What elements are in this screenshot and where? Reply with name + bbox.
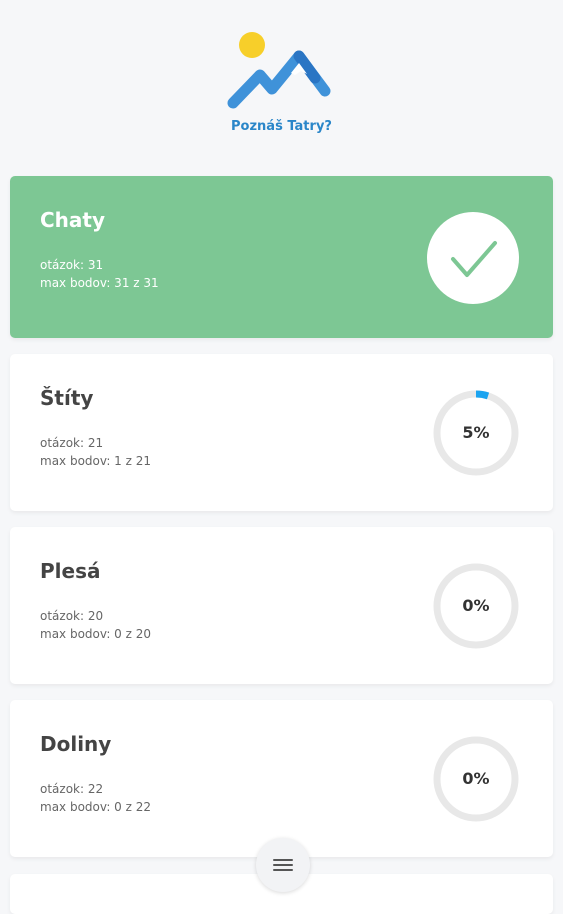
category-title: Chaty [40,208,106,232]
app-title: Poznáš Tatry? [231,119,332,134]
category-card-chaty[interactable]: Chaty otázok: 31 max bodov: 31 z 31 [10,176,553,338]
category-meta: otázok: 31 max bodov: 31 z 31 [40,256,159,292]
progress-percent: 0% [462,596,490,615]
hamburger-menu-icon [273,859,293,871]
app-header: Poznáš Tatry? [0,0,563,160]
category-card-doliny[interactable]: Doliny otázok: 22 max bodov: 0 z 22 0% [10,700,553,857]
progress-percent: 0% [462,769,490,788]
check-icon [451,241,497,277]
category-title: Plesá [40,559,101,583]
category-card-stity[interactable]: Štíty otázok: 21 max bodov: 1 z 21 5% [10,354,553,511]
question-count: otázok: 22 [40,782,104,796]
question-count: otázok: 20 [40,609,104,623]
category-card-plesa[interactable]: Plesá otázok: 20 max bodov: 0 z 20 0% [10,527,553,684]
category-meta: otázok: 20 max bodov: 0 z 20 [40,607,151,643]
category-meta: otázok: 21 max bodov: 1 z 21 [40,434,151,470]
progress-percent: 5% [462,423,490,442]
question-count: otázok: 21 [40,436,104,450]
category-title: Štíty [40,386,94,410]
category-list: Chaty otázok: 31 max bodov: 31 z 31 Štít… [10,176,553,873]
points-summary: max bodov: 0 z 22 [40,800,152,814]
points-summary: max bodov: 31 z 31 [40,276,159,290]
question-count: otázok: 31 [40,258,104,272]
completed-badge [427,212,519,304]
points-summary: max bodov: 1 z 21 [40,454,152,468]
points-summary: max bodov: 0 z 20 [40,627,152,641]
category-meta: otázok: 22 max bodov: 0 z 22 [40,780,151,816]
mountain-sun-logo [227,32,331,109]
category-title: Doliny [40,732,112,756]
menu-button[interactable] [256,838,310,892]
